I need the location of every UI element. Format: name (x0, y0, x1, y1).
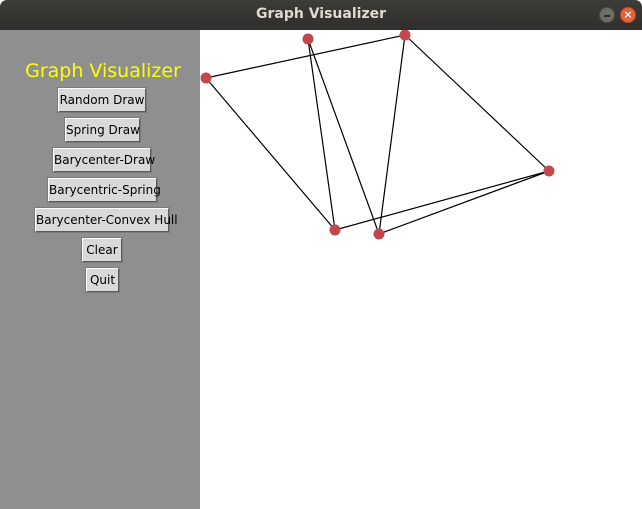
graph-edge (378, 170, 550, 235)
clear-button[interactable]: Clear (82, 238, 122, 262)
app-title: Graph Visualizer (25, 60, 181, 82)
barycenter-convex-hull-button[interactable]: Barycenter-Convex Hull (35, 208, 178, 232)
graph-node[interactable] (302, 33, 314, 45)
quit-button[interactable]: Quit (86, 268, 119, 292)
barycenter-draw-button[interactable]: Barycenter-Draw (53, 148, 155, 172)
app-window: Graph Visualizer × Graph Visualizer Rand… (0, 0, 642, 509)
graph-drawing[interactable] (200, 30, 642, 509)
graph-canvas[interactable] (200, 30, 642, 509)
random-draw-button[interactable]: Random Draw (58, 88, 146, 112)
minimize-icon[interactable] (599, 7, 615, 23)
spring-draw-button[interactable]: Spring Draw (65, 118, 140, 142)
graph-edge (404, 34, 550, 172)
graph-edge (205, 77, 336, 231)
barycentric-spring-button[interactable]: Barycentric-Spring (48, 178, 161, 202)
control-panel: Graph Visualizer Random Draw Spring Draw… (0, 30, 200, 509)
graph-node[interactable] (373, 228, 385, 240)
graph-edge (307, 38, 380, 235)
graph-node[interactable] (543, 165, 555, 177)
graph-node[interactable] (399, 30, 411, 41)
graph-node[interactable] (200, 72, 212, 84)
window-title: Graph Visualizer (256, 6, 386, 22)
graph-node[interactable] (329, 224, 341, 236)
graph-edge (378, 34, 406, 235)
graph-edge (307, 38, 336, 231)
title-bar[interactable]: Graph Visualizer × (0, 0, 642, 30)
close-icon[interactable]: × (620, 7, 636, 23)
